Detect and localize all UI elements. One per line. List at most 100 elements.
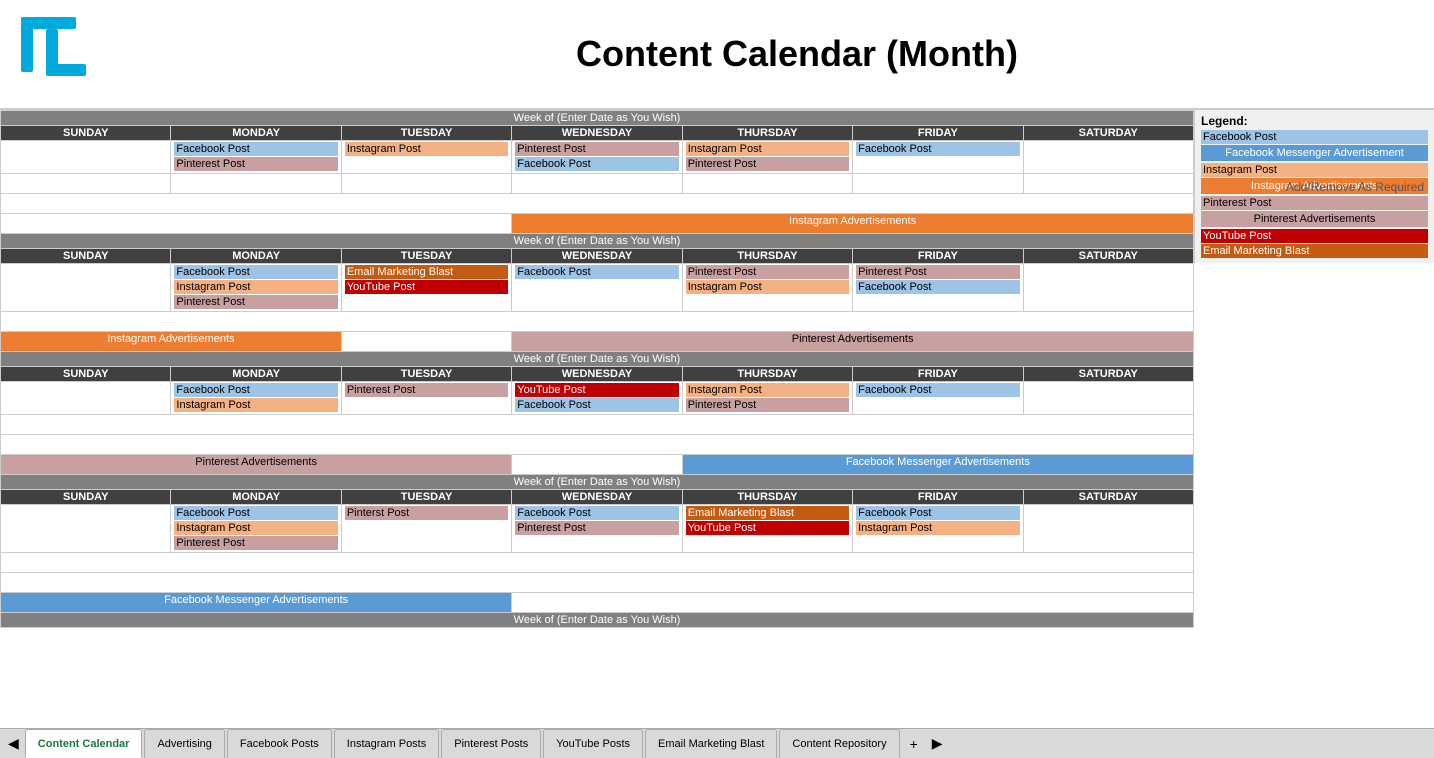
w1-mon-pin: Pinterest Post	[174, 157, 337, 171]
calendar-area: Week of (Enter Date as You Wish) SUNDAY …	[0, 110, 1194, 728]
w3-wed-r1: YouTube Post Facebook Post	[512, 382, 682, 415]
w4-wed-r1: Facebook Post Pinterest Post	[512, 505, 682, 553]
w1-mon-r1: Facebook Post Pinterest Post	[171, 141, 341, 174]
w2-tue-email: Email Marketing Blast	[345, 265, 508, 279]
w2-thu-pin: Pinterest Post	[686, 265, 849, 279]
day-monday-4: MONDAY	[171, 490, 341, 505]
w3-fri-r1: Facebook Post	[853, 382, 1023, 415]
w4-row2	[1, 553, 1194, 573]
w2-mon-pin: Pinterest Post	[174, 295, 337, 309]
day-tuesday-1: TUESDAY	[341, 126, 511, 141]
w3-thu-pin: Pinterest Post	[686, 398, 849, 412]
tab-youtube-posts[interactable]: YouTube Posts	[543, 729, 643, 758]
week2-ad-row: Instagram Advertisements Pinterest Adver…	[1, 332, 1194, 352]
week4-row1: Facebook Post Instagram Post Pinterest P…	[1, 505, 1194, 553]
day-wednesday-1: WEDNESDAY	[512, 126, 682, 141]
add-remove-label: Add/Remove As Required	[1286, 180, 1424, 194]
w1-sat-r1	[1023, 141, 1193, 174]
w3-row3	[1, 435, 1194, 455]
w1-sat-r2	[1023, 174, 1193, 194]
tabs-bar: ◀ Content Calendar Advertising Facebook …	[0, 728, 1434, 758]
day-friday-4: FRIDAY	[853, 490, 1023, 505]
tab-instagram-posts[interactable]: Instagram Posts	[334, 729, 439, 758]
tab-content-repository[interactable]: Content Repository	[779, 729, 899, 758]
day-sunday-4: SUNDAY	[1, 490, 171, 505]
w2-ad-empty	[341, 332, 511, 352]
w3-thu-ig: Instagram Post	[686, 383, 849, 397]
day-wednesday-3: WEDNESDAY	[512, 367, 682, 382]
w2-ig-ad: Instagram Advertisements	[1, 332, 342, 352]
week1-row3	[1, 194, 1194, 214]
day-sunday-3: SUNDAY	[1, 367, 171, 382]
w3-fri-fb: Facebook Post	[856, 383, 1019, 397]
w3-thu-r1: Instagram Post Pinterest Post	[682, 382, 852, 415]
w4-fri-fb: Facebook Post	[856, 506, 1019, 520]
w4-ad-empty	[512, 593, 1194, 613]
w1-tue-r2	[341, 174, 511, 194]
day-monday-1: MONDAY	[171, 126, 341, 141]
w2-thu-ig: Instagram Post	[686, 280, 849, 294]
day-sunday-2: SUNDAY	[1, 249, 171, 264]
w1-mon-fb: Facebook Post	[174, 142, 337, 156]
w4-mon-ig: Instagram Post	[174, 521, 337, 535]
day-thursday-2: THURSDAY	[682, 249, 852, 264]
w4-mon-fb: Facebook Post	[174, 506, 337, 520]
w4-fb-msg-ad: Facebook Messenger Advertisements	[1, 593, 512, 613]
week-header-2: Week of (Enter Date as You Wish)	[1, 234, 1194, 249]
day-monday-3: MONDAY	[171, 367, 341, 382]
day-header-row-1: SUNDAY MONDAY TUESDAY WEDNESDAY THURSDAY…	[1, 126, 1194, 141]
legend-email-blast: Email Marketing Blast	[1201, 244, 1428, 258]
day-tuesday-4: TUESDAY	[341, 490, 511, 505]
week-header-row-2: Week of (Enter Date as You Wish)	[1, 234, 1194, 249]
logo-icon	[16, 12, 106, 92]
week4-ad-row: Facebook Messenger Advertisements	[1, 593, 1194, 613]
tab-prev-arrow[interactable]: ◀	[4, 729, 23, 758]
legend-pinterest-ad: Pinterest Advertisements	[1201, 211, 1428, 227]
week1-row2	[1, 174, 1194, 194]
week1-ad-row: Instagram Advertisements	[1, 214, 1194, 234]
w3-mon-r1: Facebook Post Instagram Post	[171, 382, 341, 415]
day-friday-2: FRIDAY	[853, 249, 1023, 264]
week-header-row-5: Week of (Enter Date as You Wish)	[1, 613, 1194, 628]
w2-mon-r1: Facebook Post Instagram Post Pinterest P…	[171, 264, 341, 312]
w4-wed-pin: Pinterest Post	[515, 521, 678, 535]
tab-advertising[interactable]: Advertising	[144, 729, 224, 758]
legend-instagram-post: Instagram Post	[1201, 163, 1428, 177]
w3-sat-r1	[1023, 382, 1193, 415]
tab-content-calendar[interactable]: Content Calendar	[25, 729, 143, 758]
tab-next-arrow[interactable]: ▶	[928, 729, 947, 758]
day-saturday-1: SATURDAY	[1023, 126, 1193, 141]
w3-ad-empty	[512, 455, 682, 475]
w4-fri-r1: Facebook Post Instagram Post	[853, 505, 1023, 553]
week-header-row-1: Week of (Enter Date as You Wish)	[1, 111, 1194, 126]
legend-facebook-post: Facebook Post	[1201, 130, 1428, 144]
week1-row1: Facebook Post Pinterest Post Instagram P…	[1, 141, 1194, 174]
w4-tue-pin: Pinterst Post	[345, 506, 508, 520]
w1-thu-pin: Pinterest Post	[686, 157, 849, 171]
tab-add-button[interactable]: +	[902, 729, 926, 758]
day-header-row-3: SUNDAY MONDAY TUESDAY WEDNESDAY THURSDAY…	[1, 367, 1194, 382]
week-header-4: Week of (Enter Date as You Wish)	[1, 475, 1194, 490]
w3-mon-ig: Instagram Post	[174, 398, 337, 412]
w3-fb-msg-ad: Facebook Messenger Advertisements	[682, 455, 1193, 475]
w1-fri-fb: Facebook Post	[856, 142, 1019, 156]
w2-tue-yt: YouTube Post	[345, 280, 508, 294]
w1-tue-ig: Instagram Post	[345, 142, 508, 156]
w3-wed-yt: YouTube Post	[515, 383, 678, 397]
tab-facebook-posts[interactable]: Facebook Posts	[227, 729, 332, 758]
day-sunday-1: SUNDAY	[1, 126, 171, 141]
w2-fri-r1: Pinterest Post Facebook Post	[853, 264, 1023, 312]
w3-tue-pin: Pinterest Post	[345, 383, 508, 397]
w1-ig-ad: Instagram Advertisements	[512, 214, 1194, 234]
legend-pinterest-post: Pinterest Post	[1201, 196, 1428, 210]
day-thursday-4: THURSDAY	[682, 490, 852, 505]
tab-pinterest-posts[interactable]: Pinterest Posts	[441, 729, 541, 758]
day-friday-1: FRIDAY	[853, 126, 1023, 141]
page-title: Content Calendar (Month)	[176, 33, 1418, 75]
legend-fb-messenger-ad: Facebook Messenger Advertisement	[1201, 145, 1428, 161]
w4-tue-r1: Pinterst Post	[341, 505, 511, 553]
week-header-row-3: Week of (Enter Date as You Wish)	[1, 352, 1194, 367]
w4-mon-r1: Facebook Post Instagram Post Pinterest P…	[171, 505, 341, 553]
tab-email-marketing[interactable]: Email Marketing Blast	[645, 729, 777, 758]
w1-fri-r2	[853, 174, 1023, 194]
